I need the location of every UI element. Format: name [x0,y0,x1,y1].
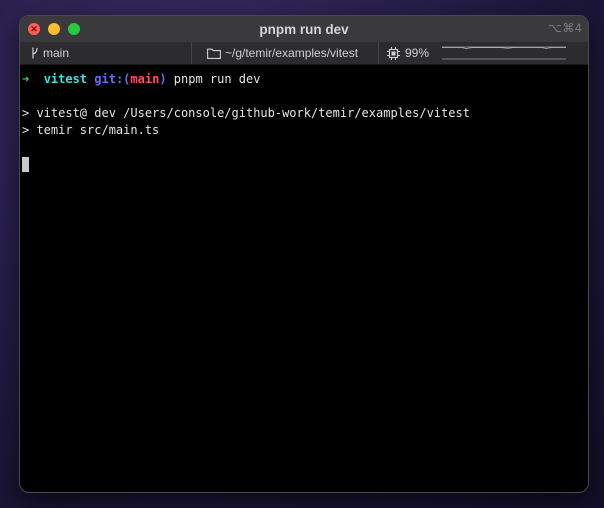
terminal-window: ✕ pnpm run dev ⌥⌘4 main ~/g/temir/exampl… [19,15,589,493]
prompt-arrow: ➜ [22,72,30,86]
close-icon: ✕ [30,23,38,34]
cursor-line [22,156,588,173]
window-controls: ✕ [28,23,80,35]
window-shortcut: ⌥⌘4 [547,21,582,35]
terminal-output[interactable]: ➜ vitest git:(main) pnpm run dev > vitest… [20,65,588,173]
git-label-close: ) [159,72,167,86]
git-branch: main [130,72,160,86]
prompt-command: pnpm run dev [173,72,261,86]
status-cpu[interactable]: 99% [379,42,588,64]
minimize-button[interactable] [48,23,60,35]
output-line: > temir src/main.ts [22,123,160,137]
prompt-directory: vitest [43,72,88,86]
folder-icon [207,48,221,59]
path-label: ~/g/temir/examples/vitest [225,46,359,60]
status-bar: main ~/g/temir/examples/vitest 99% [20,42,588,65]
git-label: git:( [94,72,131,86]
window-title: pnpm run dev [259,21,349,37]
status-path[interactable]: ~/g/temir/examples/vitest [192,42,379,64]
prompt-line: ➜ vitest git:(main) pnpm run dev [22,71,588,88]
title-bar[interactable]: ✕ pnpm run dev ⌥⌘4 [20,16,588,42]
git-branch-icon [32,47,38,59]
output-line: > vitest@ dev /Users/console/github-work… [22,106,470,120]
text-cursor [22,157,29,172]
status-branch[interactable]: main [20,42,192,64]
cpu-chip-icon [387,46,400,60]
cpu-label: 99% [405,46,430,60]
branch-label: main [43,46,70,60]
zoom-button[interactable] [68,23,80,35]
cpu-sparkline [442,46,567,60]
close-button[interactable]: ✕ [28,23,40,35]
